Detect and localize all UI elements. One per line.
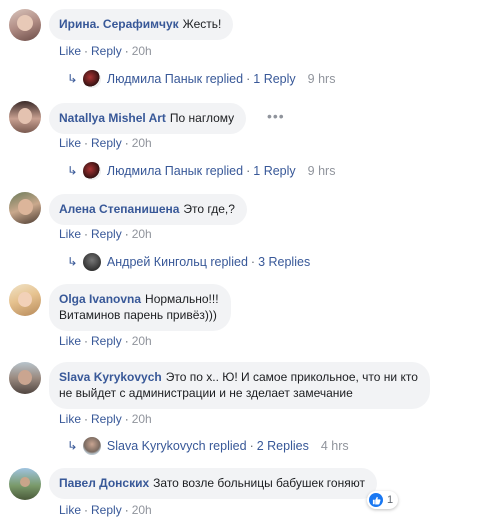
reply-count[interactable]: 1 Reply: [253, 72, 295, 86]
reply-button[interactable]: Reply: [91, 503, 122, 517]
comment-text: Жесть!: [182, 17, 222, 31]
comment-bubble: Павел Донских Зато возле больницы бабушек…: [49, 468, 377, 499]
view-replies-link[interactable]: ↳ Людмила Панык replied · 1 Reply 9 hrs: [67, 69, 335, 89]
avatar[interactable]: [9, 9, 41, 41]
reply-arrow-icon: ↳: [67, 163, 78, 178]
comment-author[interactable]: Алена Степанишена: [59, 202, 179, 216]
separator: ·: [246, 164, 251, 178]
comment-time[interactable]: 20h: [132, 503, 152, 517]
comment-time[interactable]: 20h: [132, 227, 152, 241]
like-button[interactable]: Like: [59, 227, 81, 241]
separator: ·: [250, 255, 256, 269]
reply-author[interactable]: Slava Kyrykovych replied: [107, 439, 247, 453]
reply-button[interactable]: Reply: [91, 136, 122, 150]
comment-text-line-2: не выйдет с администрации и не зделает з…: [59, 386, 353, 400]
comment-bubble: Slava Kyrykovych Это по х.. Ю! И самое пр…: [49, 362, 430, 409]
reply-avatar: [82, 437, 101, 455]
reply-button[interactable]: Reply: [91, 44, 122, 58]
comment-text: Нормально!!!: [145, 292, 219, 306]
comment: Ирина. Серафимчук Жесть! Like · Reply · 20h ↳…: [9, 9, 499, 94]
reply-author[interactable]: Людмила Панык replied: [107, 164, 243, 178]
comment-actions: Like · Reply · 20h: [59, 412, 152, 426]
reply-button[interactable]: Reply: [91, 412, 122, 426]
separator: ·: [124, 334, 129, 348]
like-button[interactable]: Like: [59, 44, 81, 58]
comment: Slava Kyrykovych Это по х.. Ю! И самое пр…: [9, 362, 499, 460]
reply-arrow-icon: ↳: [67, 438, 78, 453]
reply-button[interactable]: Reply: [91, 334, 122, 348]
comment: Natallya Mishel Art По наглому ••• Like · R…: [9, 101, 499, 186]
like-button[interactable]: Like: [59, 412, 81, 426]
view-replies-link[interactable]: ↳ Андрей Кингольц replied · 3 Replies: [67, 252, 310, 272]
reply-time: 4 hrs: [320, 439, 349, 453]
separator: ·: [246, 72, 251, 86]
comment-time[interactable]: 20h: [132, 136, 152, 150]
view-replies-link[interactable]: ↳ Людмила Панык replied · 1 Reply 9 hrs: [67, 161, 335, 181]
separator: ·: [124, 227, 129, 241]
separator: ·: [84, 227, 89, 241]
separator: ·: [84, 503, 89, 517]
reply-author[interactable]: Андрей Кингольц replied: [107, 255, 248, 269]
reply-arrow-icon: ↳: [67, 71, 78, 86]
separator: ·: [124, 44, 129, 58]
comment-author[interactable]: Павел Донских: [59, 476, 149, 490]
like-button[interactable]: Like: [59, 503, 81, 517]
reply-avatar: [82, 253, 101, 271]
reply-avatar: [82, 70, 101, 88]
comment-time[interactable]: 20h: [132, 412, 152, 426]
reply-time: 9 hrs: [307, 72, 336, 86]
separator: ·: [84, 412, 89, 426]
reply-count[interactable]: 1 Reply: [253, 164, 295, 178]
like-button[interactable]: Like: [59, 334, 81, 348]
separator: ·: [124, 503, 129, 517]
avatar[interactable]: [9, 192, 41, 224]
reaction-number: 1: [387, 494, 394, 506]
avatar[interactable]: [9, 362, 41, 394]
comment-text: Это где,?: [183, 202, 235, 216]
separator: ·: [124, 412, 129, 426]
comment-text: По наглому: [169, 111, 235, 125]
comment-text-line-2: Витаминов парень привёз))): [59, 308, 217, 322]
reply-time: 9 hrs: [307, 164, 336, 178]
separator: ·: [84, 44, 89, 58]
comment-text: Зато возле больницы бабушек гоняют: [153, 476, 365, 490]
more-options-icon[interactable]: •••: [267, 108, 285, 124]
reaction-count[interactable]: 1: [367, 491, 399, 509]
comment-text: Это по х.. Ю! И самое прикольное, что ни…: [165, 370, 418, 384]
comment-author[interactable]: Ирина. Серафимчук: [59, 17, 179, 31]
comment: Павел Донских Зато возле больницы бабушек…: [9, 468, 499, 517]
comment-bubble: Алена Степанишена Это где,?: [49, 194, 247, 225]
comment: Алена Степанишена Это где,? Like · Reply · 20…: [9, 192, 499, 277]
view-replies-link[interactable]: ↳ Slava Kyrykovych replied · 2 Replies 4 hr…: [67, 436, 349, 456]
comment-bubble: Olga Ivanovna Нормально!!! Витаминов паре…: [49, 284, 231, 331]
separator: ·: [124, 136, 129, 150]
reply-button[interactable]: Reply: [91, 227, 122, 241]
avatar[interactable]: [9, 284, 41, 316]
separator: ·: [249, 439, 254, 453]
reply-avatar: [82, 162, 101, 180]
comment-author[interactable]: Natallya Mishel Art: [59, 111, 166, 125]
like-reaction-icon: [369, 493, 383, 507]
separator: ·: [84, 136, 89, 150]
avatar[interactable]: [9, 468, 41, 500]
comment-bubble: Ирина. Серафимчук Жесть!: [49, 9, 234, 40]
comment-author[interactable]: Slava Kyrykovych: [59, 370, 162, 384]
reply-count[interactable]: 2 Replies: [257, 439, 309, 453]
separator: ·: [84, 334, 89, 348]
comment-actions: Like · Reply · 20h: [59, 136, 152, 150]
comment-author[interactable]: Olga Ivanovna: [59, 292, 141, 306]
comment-bubble: Natallya Mishel Art По наглому: [49, 103, 247, 134]
comment-time[interactable]: 20h: [132, 334, 152, 348]
comment-actions: Like · Reply · 20h: [59, 44, 152, 58]
reply-arrow-icon: ↳: [67, 254, 78, 269]
reply-count[interactable]: 3 Replies: [258, 255, 310, 269]
comment-actions: Like · Reply · 20h: [59, 227, 152, 241]
comment-actions: Like · Reply · 20h: [59, 503, 152, 517]
comment-time[interactable]: 20h: [132, 44, 152, 58]
reply-author[interactable]: Людмила Панык replied: [107, 72, 243, 86]
comment: Olga Ivanovna Нормально!!! Витаминов паре…: [9, 284, 499, 352]
avatar[interactable]: [9, 101, 41, 133]
like-button[interactable]: Like: [59, 136, 81, 150]
comment-actions: Like · Reply · 20h: [59, 334, 152, 348]
